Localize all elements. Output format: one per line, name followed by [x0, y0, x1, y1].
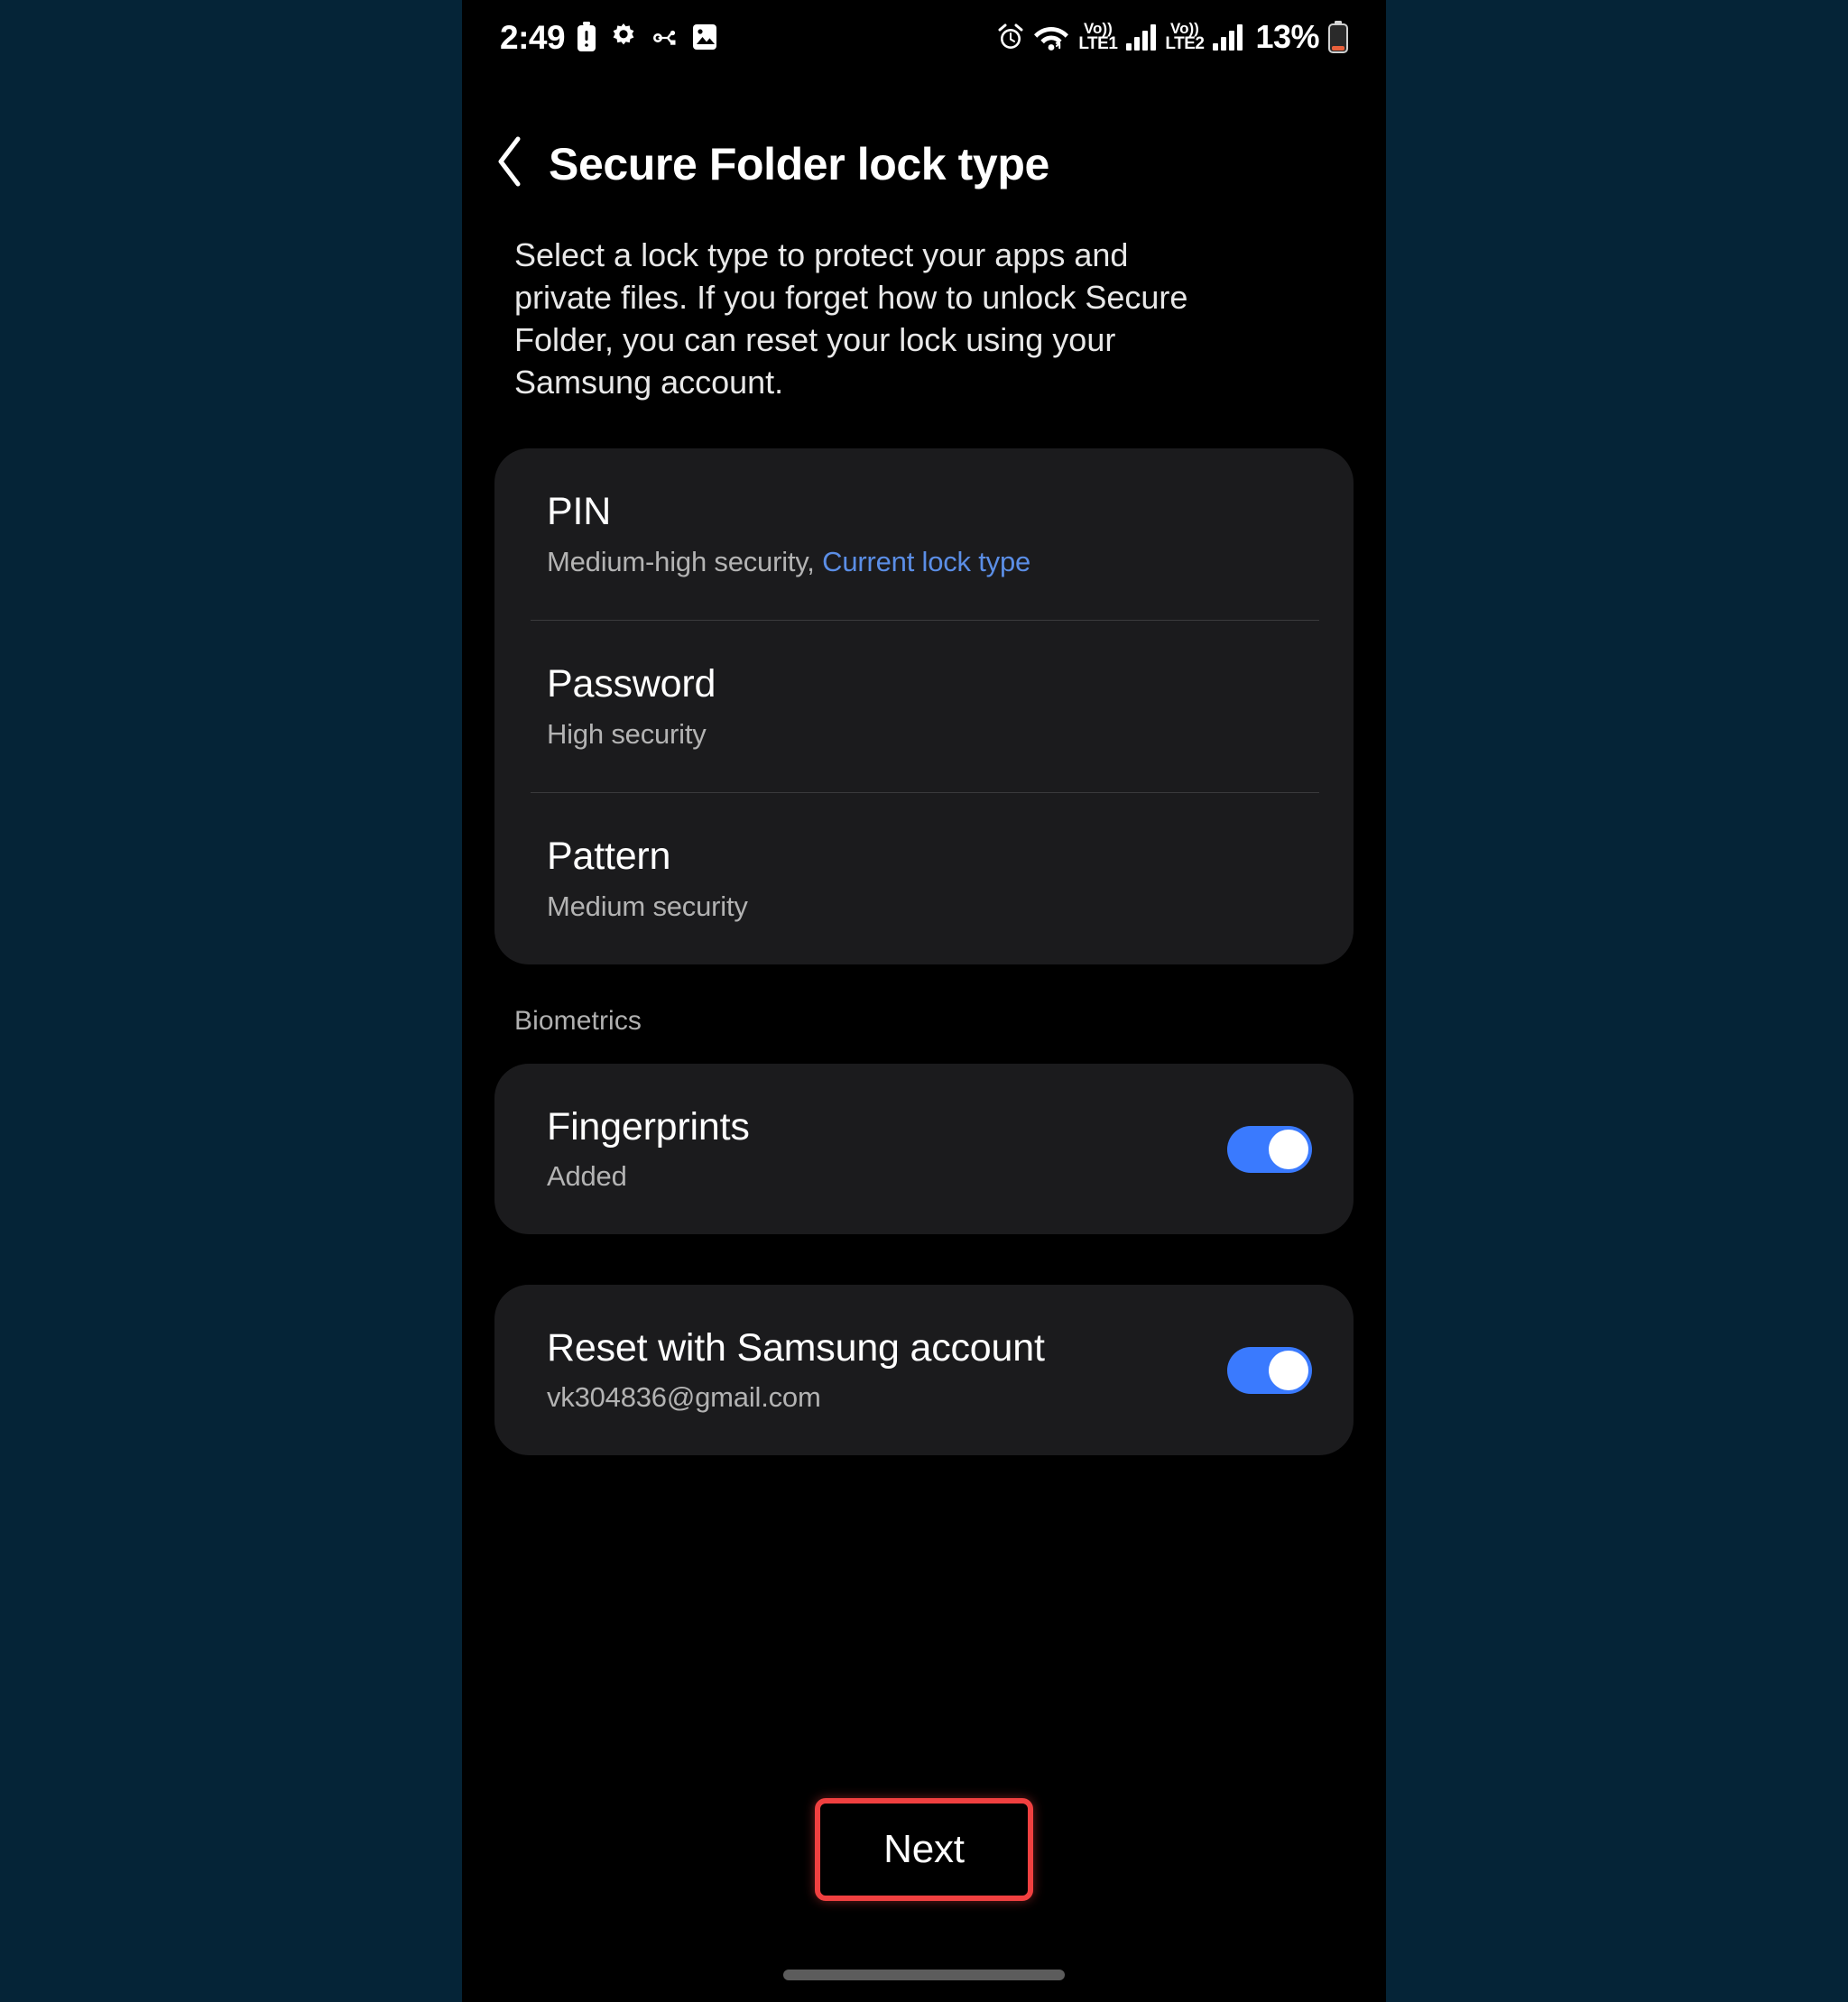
wifi-icon: [1033, 22, 1069, 52]
alarm-icon: [997, 23, 1024, 51]
lock-option-password-subtitle: High security: [547, 718, 707, 750]
screenshot-icon: [691, 23, 718, 51]
chevron-left-icon: [494, 135, 525, 192]
lock-option-pin[interactable]: PIN Medium-high security, Current lock t…: [494, 448, 1354, 620]
lock-option-pattern-subtitle: Medium security: [547, 890, 748, 922]
home-gesture-handle[interactable]: [783, 1970, 1065, 1980]
reset-account-texts: Reset with Samsung account vk304836@gmai…: [547, 1326, 1227, 1414]
battery-icon: [1328, 21, 1348, 53]
signal-bars-sim2-icon: [1213, 23, 1243, 51]
status-bar: 2:49 Vo)) LTE1 Vo)) LTE2 13%: [462, 0, 1386, 74]
page-description: Select a lock type to protect your apps …: [514, 236, 1188, 401]
fingerprints-row[interactable]: Fingerprints Added: [494, 1064, 1354, 1234]
volte-sim1-icon: Vo)) LTE1: [1078, 21, 1118, 54]
page-root: 2:49 Vo)) LTE1 Vo)) LTE2 13% Secure Fold…: [0, 0, 1848, 2002]
toggle-knob: [1269, 1129, 1308, 1169]
lock-option-password[interactable]: Password High security: [494, 621, 1354, 792]
phone-screen: 2:49 Vo)) LTE1 Vo)) LTE2 13% Secure Fold…: [462, 0, 1386, 2002]
lock-option-pattern-title: Pattern: [547, 835, 671, 878]
volte-sim2-bottom: LTE2: [1165, 34, 1205, 54]
reset-account-toggle[interactable]: [1227, 1346, 1312, 1394]
footer-actions: Next: [462, 1798, 1386, 1948]
navigation-bar: [462, 1948, 1386, 2002]
volte-sim1-bottom: LTE1: [1078, 34, 1118, 54]
back-button[interactable]: [471, 135, 549, 192]
signal-bars-sim1-icon: [1126, 23, 1157, 51]
fingerprints-toggle[interactable]: [1227, 1125, 1312, 1173]
biometrics-section-label: Biometrics: [514, 1006, 642, 1036]
reset-with-samsung-account-row[interactable]: Reset with Samsung account vk304836@gmai…: [494, 1285, 1354, 1455]
lock-option-pattern[interactable]: Pattern Medium security: [494, 793, 1354, 964]
next-button-label: Next: [883, 1827, 965, 1871]
status-bar-right: Vo)) LTE1 Vo)) LTE2 13%: [997, 18, 1348, 56]
lock-option-password-title: Password: [547, 662, 716, 706]
page-title: Secure Folder lock type: [549, 138, 1049, 189]
fingerprints-subtitle: Added: [547, 1160, 627, 1192]
toggle-knob: [1269, 1350, 1308, 1390]
current-lock-type-link[interactable]: Current lock type: [822, 546, 1030, 577]
battery-percent-label: 13%: [1255, 18, 1319, 55]
gear-icon: [608, 22, 639, 52]
lock-type-card: PIN Medium-high security, Current lock t…: [494, 448, 1354, 964]
next-button[interactable]: Next: [815, 1798, 1033, 1901]
reset-account-title: Reset with Samsung account: [547, 1326, 1045, 1370]
battery-saver-icon: [577, 22, 596, 52]
status-bar-left: 2:49: [500, 21, 718, 54]
lock-option-pin-subtitle: Medium-high security, Current lock type: [547, 546, 1310, 578]
status-bar-clock: 2:49: [500, 18, 566, 56]
reset-account-email: vk304836@gmail.com: [547, 1381, 821, 1413]
volte-sim2-icon: Vo)) LTE2: [1165, 21, 1205, 54]
page-header: Secure Folder lock type: [462, 74, 1386, 192]
lock-option-pin-title: PIN: [547, 490, 612, 533]
fingerprints-texts: Fingerprints Added: [547, 1105, 1227, 1193]
fingerprints-title: Fingerprints: [547, 1105, 750, 1149]
lock-option-pin-subtitle-text: Medium-high security,: [547, 546, 823, 577]
usb-debugging-icon: [651, 23, 679, 51]
